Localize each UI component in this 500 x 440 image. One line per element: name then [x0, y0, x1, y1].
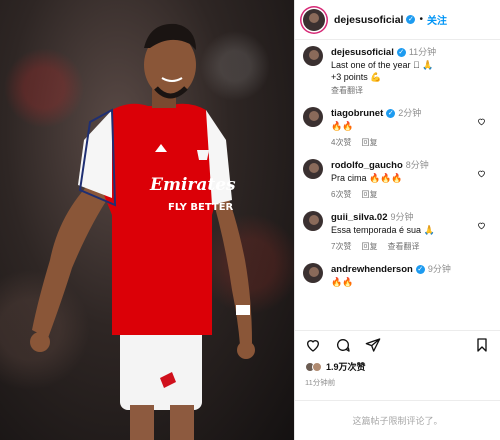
svg-text:Emirates: Emirates — [149, 175, 236, 195]
comment-row: rodolfo_gaucho 8分钟 Pra cima 🔥🔥🔥 6次赞 回复 — [303, 159, 492, 201]
comments-list[interactable]: dejesusoficial ✓ 11分钟 Last one of the year… — [295, 46, 500, 322]
caption-row: dejesusoficial ✓ 11分钟 Last one of the year… — [303, 46, 492, 97]
comment-text: 🔥🔥 — [331, 277, 354, 287]
comment-time: 8分钟 — [405, 160, 429, 170]
caption-line-1: Last one of the year 🏽 🙏 — [331, 60, 434, 70]
caption-line-2: +3 points 💪 — [331, 72, 382, 82]
comments-closed-notice: 这篇帖子限制评论了。 — [295, 400, 500, 440]
heart-icon[interactable] — [477, 221, 486, 230]
bookmark-icon[interactable] — [474, 337, 490, 353]
post-detail-panel: dejesusoficial ✓ • 关注 dejesusoficial ✓ 11分… — [294, 0, 500, 440]
heart-icon[interactable] — [477, 169, 486, 178]
verified-badge-icon: ✓ — [415, 265, 425, 275]
liker-avatar — [312, 361, 322, 372]
player-illustration: Emirates FLY BETTER — [30, 23, 255, 440]
comment-username[interactable]: rodolfo_gaucho — [331, 160, 403, 171]
commenter-avatar[interactable] — [303, 263, 323, 283]
verified-badge-icon: ✓ — [386, 109, 396, 119]
caption-translate-link[interactable]: 查看翻译 — [331, 86, 363, 95]
caption-username[interactable]: dejesusoficial — [331, 47, 394, 58]
post-actions-bar — [295, 330, 500, 358]
post-header: dejesusoficial ✓ • 关注 — [295, 0, 500, 40]
verified-badge-icon: ✓ — [406, 15, 416, 24]
reply-link[interactable]: 回复 — [361, 190, 377, 199]
comment-row: tiagobrunet ✓ 2分钟 🔥🔥 4次赞 回复 — [303, 107, 492, 149]
comment-row: guii_silva.02 9分钟 Essa temporada é sua 🙏 … — [303, 211, 492, 253]
post-photo[interactable]: Emirates FLY BETTER — [0, 0, 294, 440]
comment-likes-count[interactable]: 6次赞 — [331, 190, 351, 199]
heart-icon[interactable] — [477, 117, 486, 126]
caption-time: 11分钟 — [408, 47, 437, 57]
commenter-avatar[interactable] — [303, 159, 323, 179]
reply-link[interactable]: 回复 — [361, 242, 377, 251]
comment-row: andrewhenderson ✓ 9分钟 🔥🔥 — [303, 263, 492, 288]
author-name[interactable]: dejesusoficial — [334, 14, 403, 26]
comment-username[interactable]: guii_silva.02 — [331, 212, 388, 223]
caption-author-avatar[interactable] — [303, 46, 323, 66]
comment-time: 9分钟 — [390, 212, 414, 222]
likes-count[interactable]: 1.9万次赞 — [326, 360, 366, 373]
commenter-avatar[interactable] — [303, 107, 323, 127]
translate-link[interactable]: 查看翻译 — [387, 242, 419, 251]
comment-username[interactable]: andrewhenderson — [331, 264, 413, 275]
follow-button[interactable]: 关注 — [427, 12, 447, 27]
like-heart-icon[interactable] — [305, 337, 321, 353]
comment-time: 9分钟 — [427, 264, 451, 274]
comment-likes-count[interactable]: 7次赞 — [331, 242, 351, 251]
likes-summary[interactable]: 1.9万次赞 — [305, 360, 366, 373]
author-avatar[interactable] — [303, 8, 325, 31]
verified-badge-icon: ✓ — [396, 48, 406, 58]
svg-text:FLY BETTER: FLY BETTER — [168, 202, 234, 213]
comment-likes-count[interactable]: 4次赞 — [331, 138, 351, 147]
reply-link[interactable]: 回复 — [361, 138, 377, 147]
comment-icon[interactable] — [335, 337, 351, 353]
share-icon[interactable] — [365, 337, 381, 353]
post-age: 11分钟前 — [305, 378, 336, 387]
comment-text: 🔥🔥 — [331, 121, 354, 131]
comment-time: 2分钟 — [398, 108, 422, 118]
comment-text: Pra cima 🔥🔥🔥 — [331, 173, 403, 183]
commenter-avatar[interactable] — [303, 211, 323, 231]
separator-dot: • — [419, 14, 423, 25]
comment-username[interactable]: tiagobrunet — [331, 108, 383, 119]
comment-text: Essa temporada é sua 🙏 — [331, 225, 435, 235]
